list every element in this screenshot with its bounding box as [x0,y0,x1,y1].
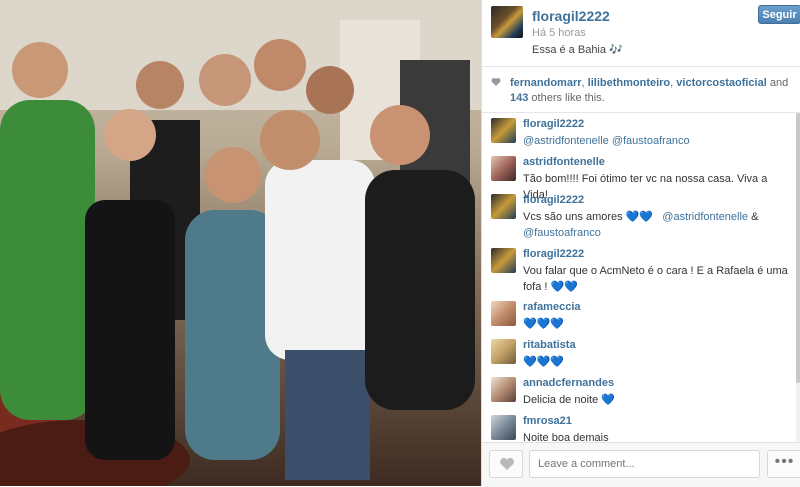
comment-text: Delicia de noite 💙 [523,394,615,406]
comment-username[interactable]: floragil2222 [523,118,584,130]
comment-text: 💙💙💙 [523,356,565,368]
liker-link[interactable]: victorcostaoficial [676,77,766,89]
comment-text: @astridfontenelle @faustoafranco [523,133,793,149]
comment-text: 💙💙💙 [523,318,565,330]
post-username[interactable]: floragil2222 [532,8,610,24]
comments-scroll-thumb[interactable] [796,113,800,383]
avatar[interactable] [491,248,516,273]
comment-username[interactable]: annadcfernandes [523,377,614,389]
likes-text: fernandomarr, lilibethmonteiro, victorco… [510,77,789,104]
post-detail-panel: floragil2222 Há 5 horas Essa é a Bahia 🎶… [481,0,800,487]
avatar[interactable] [491,339,516,364]
group-photo-illustration [0,0,481,486]
post-header: floragil2222 Há 5 horas Essa é a Bahia 🎶… [482,0,800,67]
avatar[interactable] [491,156,516,181]
comments-list: floragil2222 @astridfontenelle @faustoaf… [482,113,794,442]
likes-count[interactable]: 143 [510,92,528,104]
comment-mention[interactable]: @astridfontenelle [662,211,748,223]
comment-username[interactable]: floragil2222 [523,194,584,206]
post-caption: Essa é a Bahia 🎶 [532,44,623,56]
comment-username[interactable]: floragil2222 [523,248,584,260]
comment-username[interactable]: astridfontenelle [523,156,605,168]
likes-suffix: others like this. [531,92,605,104]
liker-link[interactable]: lilibethmonteiro [588,77,671,89]
comment-footer: ••• [482,442,800,487]
liker-link[interactable]: fernandomarr [510,77,582,89]
likes-and: and [769,77,789,89]
comment-mentions[interactable]: @astridfontenelle @faustoafranco [523,135,690,147]
comment-text: Vcs são uns amores 💙💙 @astridfontenelle … [523,209,793,241]
avatar[interactable] [491,415,516,440]
avatar[interactable] [491,194,516,219]
comment-text: Vou falar que o AcmNeto é o cara ! E a R… [523,265,788,293]
comment-amp: & [751,211,759,223]
ellipsis-icon[interactable]: ••• [767,450,800,478]
like-button[interactable] [489,450,523,478]
likes-summary: fernandomarr, lilibethmonteiro, victorco… [482,66,800,113]
comment-text-start: Vcs são uns amores 💙💙 [523,211,654,223]
post-time: Há 5 horas [532,27,586,39]
comment-text: Noite boa demais [523,432,609,442]
comment-mention[interactable]: @faustoafranco [523,227,601,239]
avatar[interactable] [491,301,516,326]
follow-button[interactable]: Seguir [758,5,800,24]
comment-username[interactable]: rafameccia [523,301,581,313]
heart-icon [500,458,514,470]
comment-input[interactable] [529,450,760,478]
comment-username[interactable]: ritabatista [523,339,576,351]
heart-icon [491,78,501,86]
avatar[interactable] [491,377,516,402]
comment-username[interactable]: fmrosa21 [523,415,572,427]
avatar[interactable] [491,6,523,38]
avatar[interactable] [491,118,516,143]
post-photo[interactable] [0,0,481,486]
